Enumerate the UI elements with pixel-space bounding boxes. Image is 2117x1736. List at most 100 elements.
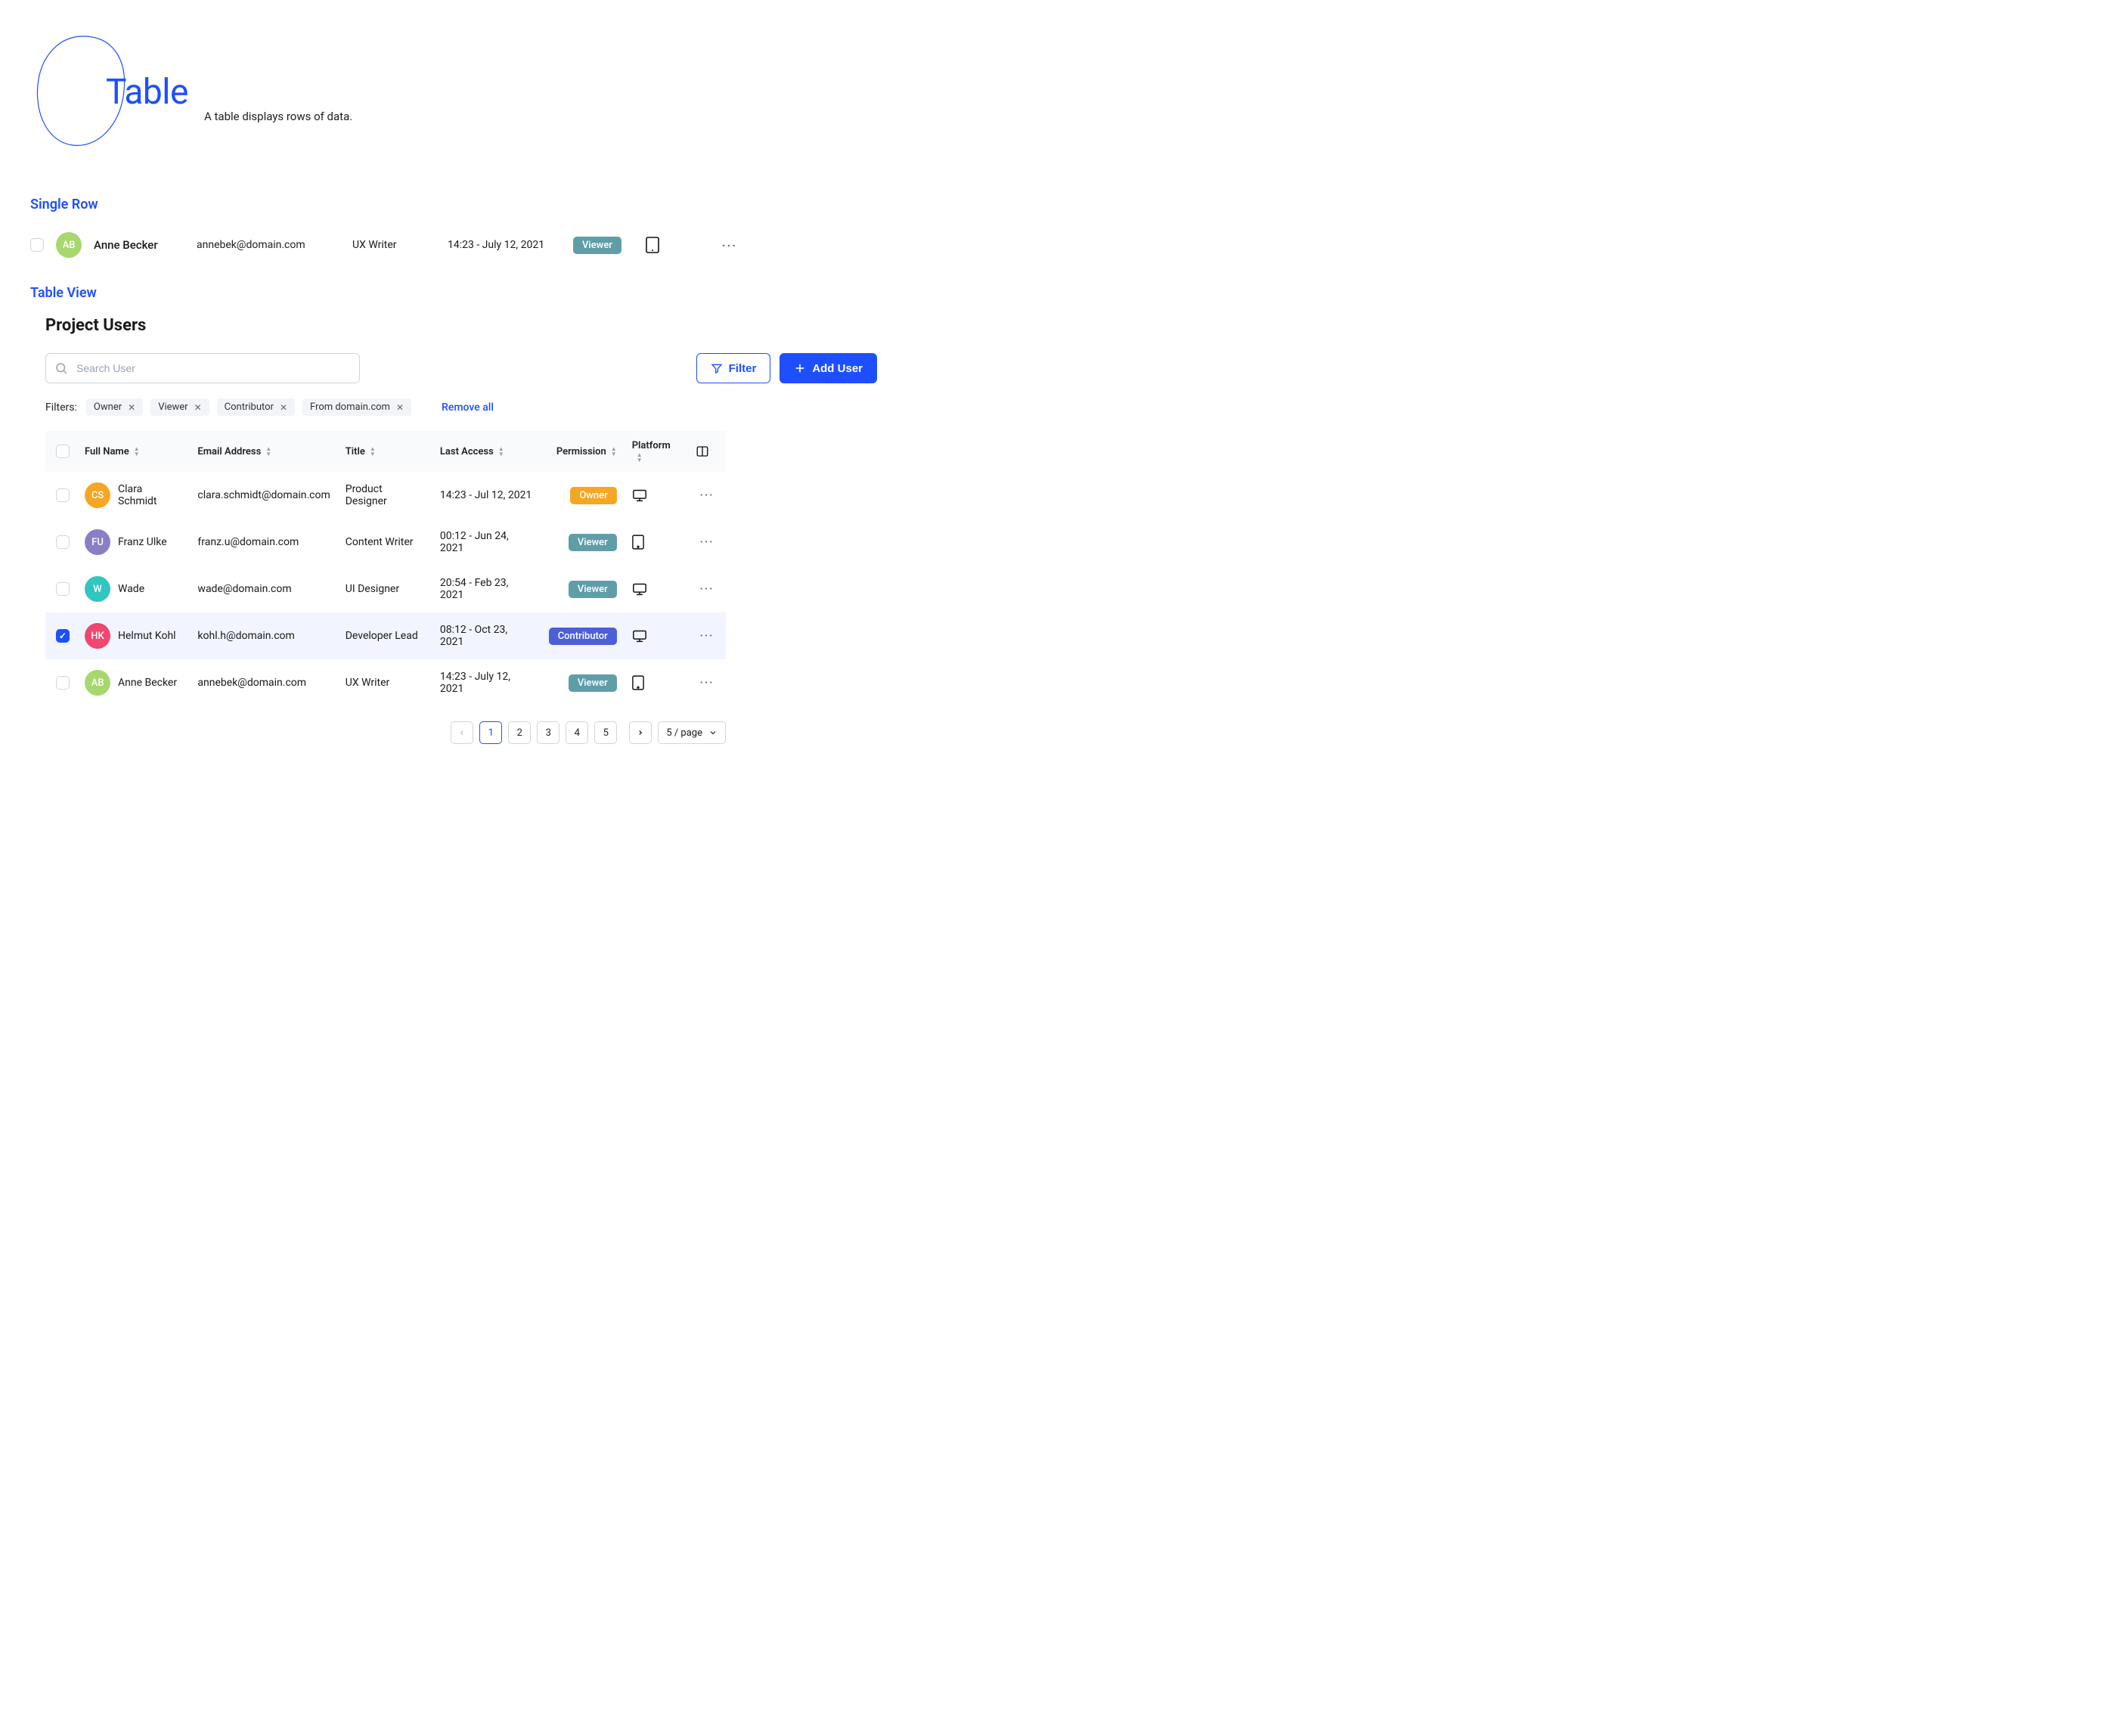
page-number-button[interactable]: 1 xyxy=(479,721,502,744)
table-row[interactable]: CSClara Schmidtclara.schmidt@domain.comP… xyxy=(45,472,726,519)
select-all-checkbox[interactable] xyxy=(56,445,70,458)
chip-remove-icon[interactable]: ✕ xyxy=(280,402,287,413)
permission-badge: Viewer xyxy=(569,674,617,692)
col-email[interactable]: Email Address▲▼ xyxy=(190,431,337,472)
add-user-button[interactable]: Add User xyxy=(780,353,877,383)
last-access: 08:12 - Oct 23, 2021 xyxy=(432,612,541,659)
page-size-label: 5 / page xyxy=(666,727,702,739)
avatar: AB xyxy=(56,232,82,258)
user-title: UX Writer xyxy=(352,239,435,251)
page-number-button[interactable]: 3 xyxy=(537,721,559,744)
user-name: Helmut Kohl xyxy=(118,630,176,642)
desktop-icon xyxy=(632,582,647,596)
user-title: Content Writer xyxy=(338,519,432,566)
col-permission[interactable]: Permission▲▼ xyxy=(541,431,625,472)
more-actions-button[interactable]: ··· xyxy=(696,583,718,595)
remove-all-filters-link[interactable]: Remove all xyxy=(442,401,494,414)
more-actions-button[interactable]: ··· xyxy=(696,536,718,548)
filter-chip[interactable]: Owner✕ xyxy=(86,398,143,416)
page-number-button[interactable]: 2 xyxy=(508,721,531,744)
user-name: Clara Schmidt xyxy=(118,483,182,507)
avatar: FU xyxy=(85,529,110,555)
last-access: 14:23 - Jul 12, 2021 xyxy=(432,472,541,519)
row-checkbox[interactable] xyxy=(56,488,70,502)
permission-badge: Contributor xyxy=(549,628,617,645)
page-size-select[interactable]: 5 / page xyxy=(658,721,726,744)
row-checkbox[interactable] xyxy=(56,535,70,549)
column-settings-button[interactable] xyxy=(688,431,726,472)
col-last-access[interactable]: Last Access▲▼ xyxy=(432,431,541,472)
tablet-icon xyxy=(646,237,659,253)
sort-icon: ▲▼ xyxy=(370,446,376,457)
chevron-down-icon xyxy=(708,728,718,737)
chip-remove-icon[interactable]: ✕ xyxy=(194,402,202,413)
platform-cell xyxy=(625,659,688,706)
page-number-button[interactable]: 4 xyxy=(566,721,588,744)
permission-badge: Viewer xyxy=(569,581,617,598)
filter-icon xyxy=(711,362,723,374)
page-number-button[interactable]: 5 xyxy=(594,721,617,744)
filter-button[interactable]: Filter xyxy=(696,353,771,383)
platform-cell xyxy=(646,237,706,253)
desktop-icon xyxy=(632,488,647,502)
row-checkbox[interactable] xyxy=(56,676,70,690)
col-title[interactable]: Title▲▼ xyxy=(338,431,432,472)
last-access: 14:23 - July 12, 2021 xyxy=(432,659,541,706)
table-toolbar: Filter Add User xyxy=(45,353,877,383)
more-actions-button[interactable]: ··· xyxy=(718,238,741,253)
avatar: HK xyxy=(85,623,110,649)
filter-chip[interactable]: Contributor✕ xyxy=(217,398,295,416)
search-input[interactable] xyxy=(45,353,360,383)
permission-badge: Viewer xyxy=(573,237,621,254)
permission-badge: Owner xyxy=(570,487,616,504)
more-actions-button[interactable]: ··· xyxy=(696,489,718,501)
table-row[interactable]: HK Helmut Kohl kohl.h@domain.comDeveloper … xyxy=(45,612,726,659)
tablet-icon xyxy=(632,675,644,690)
user-name: Franz Ulke xyxy=(118,536,167,548)
col-full-name[interactable]: Full Name▲▼ xyxy=(77,431,190,472)
permission-badge: Viewer xyxy=(569,534,617,551)
row-checkbox[interactable] xyxy=(56,629,70,643)
last-access: 14:23 - July 12, 2021 xyxy=(448,239,561,251)
user-email: franz.u@domain.com xyxy=(190,519,337,566)
platform-cell xyxy=(625,566,688,612)
filter-chip[interactable]: Viewer✕ xyxy=(150,398,209,416)
pagination: 12345 5 / page xyxy=(45,721,726,744)
user-title: UI Designer xyxy=(338,566,432,612)
last-access: 20:54 - Feb 23, 2021 xyxy=(432,566,541,612)
user-email: annebek@domain.com xyxy=(190,659,337,706)
col-platform[interactable]: Platform▲▼ xyxy=(625,431,688,472)
filters-row: Filters: Owner✕Viewer✕Contributor✕From d… xyxy=(45,398,877,416)
row-checkbox[interactable] xyxy=(56,582,70,596)
more-actions-button[interactable]: ··· xyxy=(696,630,718,642)
permission-cell: Viewer xyxy=(573,237,634,254)
user-title: Developer Lead xyxy=(338,612,432,659)
sort-icon: ▲▼ xyxy=(637,452,643,463)
more-actions-button[interactable]: ··· xyxy=(696,677,718,689)
page-header: Table A table displays rows of data. xyxy=(30,30,877,151)
next-page-button[interactable] xyxy=(629,721,652,744)
sort-icon: ▲▼ xyxy=(611,446,617,457)
chip-remove-icon[interactable]: ✕ xyxy=(128,402,135,413)
table-row[interactable]: ABAnne Beckerannebek@domain.comUX Writer… xyxy=(45,659,726,706)
platform-cell xyxy=(625,612,688,659)
page-title: Table xyxy=(106,72,188,113)
section-table-view-title: Table View xyxy=(30,285,877,301)
user-name: Wade xyxy=(118,583,144,595)
search-wrap xyxy=(45,353,360,383)
chip-remove-icon[interactable]: ✕ xyxy=(396,402,404,413)
user-name: Anne Becker xyxy=(118,677,177,689)
filter-chip[interactable]: From domain.com ✕ xyxy=(302,398,411,416)
user-email: annebek@domain.com xyxy=(197,239,340,251)
chip-label: From domain.com xyxy=(310,401,390,413)
table-row[interactable]: WWadewade@domain.comUI Designer20:54 - F… xyxy=(45,566,726,612)
row-checkbox[interactable] xyxy=(30,238,44,252)
platform-cell xyxy=(625,519,688,566)
user-email: kohl.h@domain.com xyxy=(190,612,337,659)
prev-page-button[interactable] xyxy=(451,721,473,744)
table-row[interactable]: FU Franz Ulke franz.u@domain.comContent Wr… xyxy=(45,519,726,566)
single-row-demo: AB Anne Becker annebek@domain.com UX Wri… xyxy=(30,228,877,262)
user-title: UX Writer xyxy=(338,659,432,706)
search-icon xyxy=(54,361,68,375)
users-table: Full Name▲▼ Email Address▲▼ Title▲▼ Last… xyxy=(45,431,726,706)
